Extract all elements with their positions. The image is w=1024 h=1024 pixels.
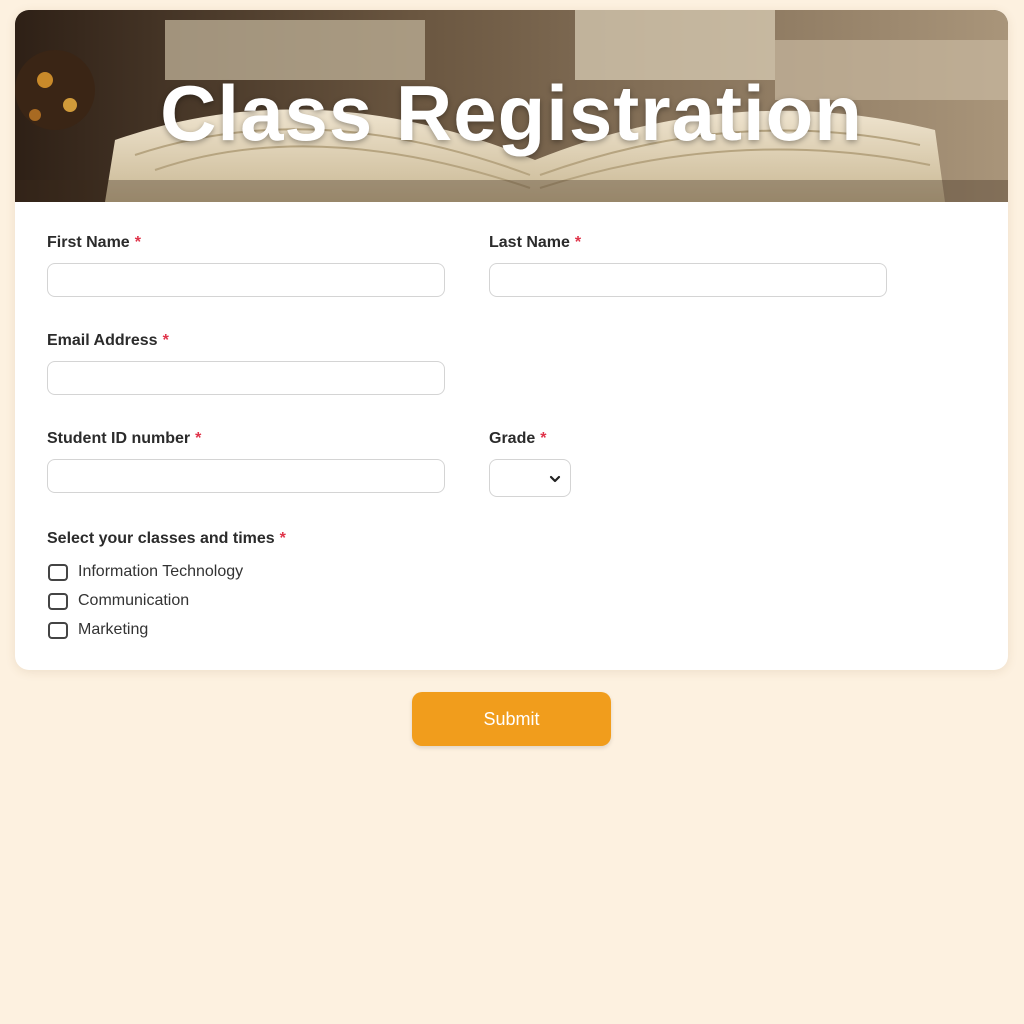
student-id-input[interactable] (47, 459, 445, 493)
email-input[interactable] (47, 361, 445, 395)
checkbox-label: Communication (78, 592, 190, 609)
required-mark: * (279, 530, 286, 547)
class-option-communication[interactable]: Communication (48, 590, 189, 612)
classes-label: Select your classes and times * (47, 530, 286, 548)
checkbox[interactable] (48, 592, 68, 610)
form-card: Class Registration First Name * Last Name… (15, 10, 1008, 670)
last-name-input[interactable] (489, 263, 887, 297)
class-option-marketing[interactable]: Marketing (48, 619, 148, 641)
header-banner: Class Registration (15, 10, 1008, 202)
required-mark: * (574, 234, 582, 251)
required-mark: * (195, 430, 202, 447)
page-title: Class Registration (160, 69, 863, 157)
checkbox-label: Information Technology (78, 563, 244, 580)
email-label: Email Address * (47, 332, 169, 350)
grade-label: Grade * (489, 430, 546, 448)
first-name-label: First Name * (47, 234, 141, 252)
checkbox[interactable] (48, 563, 68, 581)
student-id-label: Student ID number * (47, 430, 201, 448)
grade-select[interactable] (489, 459, 571, 497)
grade-label-text: Grade (489, 430, 536, 447)
class-option-information-technology[interactable]: Information Technology (48, 561, 243, 583)
first-name-input[interactable] (47, 263, 445, 297)
required-mark: * (134, 234, 141, 251)
last-name-label: Last Name * (489, 234, 581, 252)
registration-page: Class Registration First Name * Last Name… (0, 0, 1024, 1024)
checkbox-label: Marketing (78, 621, 149, 638)
last-name-label-text: Last Name (489, 234, 570, 251)
required-mark: * (540, 430, 547, 447)
student-id-label-text: Student ID number (47, 430, 191, 447)
email-label-text: Email Address (47, 332, 158, 349)
submit-button[interactable]: Submit (412, 692, 611, 746)
first-name-label-text: First Name (47, 234, 130, 251)
required-mark: * (162, 332, 169, 349)
chevron-down-icon (549, 475, 561, 483)
checkbox[interactable] (48, 621, 68, 639)
classes-label-text: Select your classes and times (47, 530, 275, 547)
